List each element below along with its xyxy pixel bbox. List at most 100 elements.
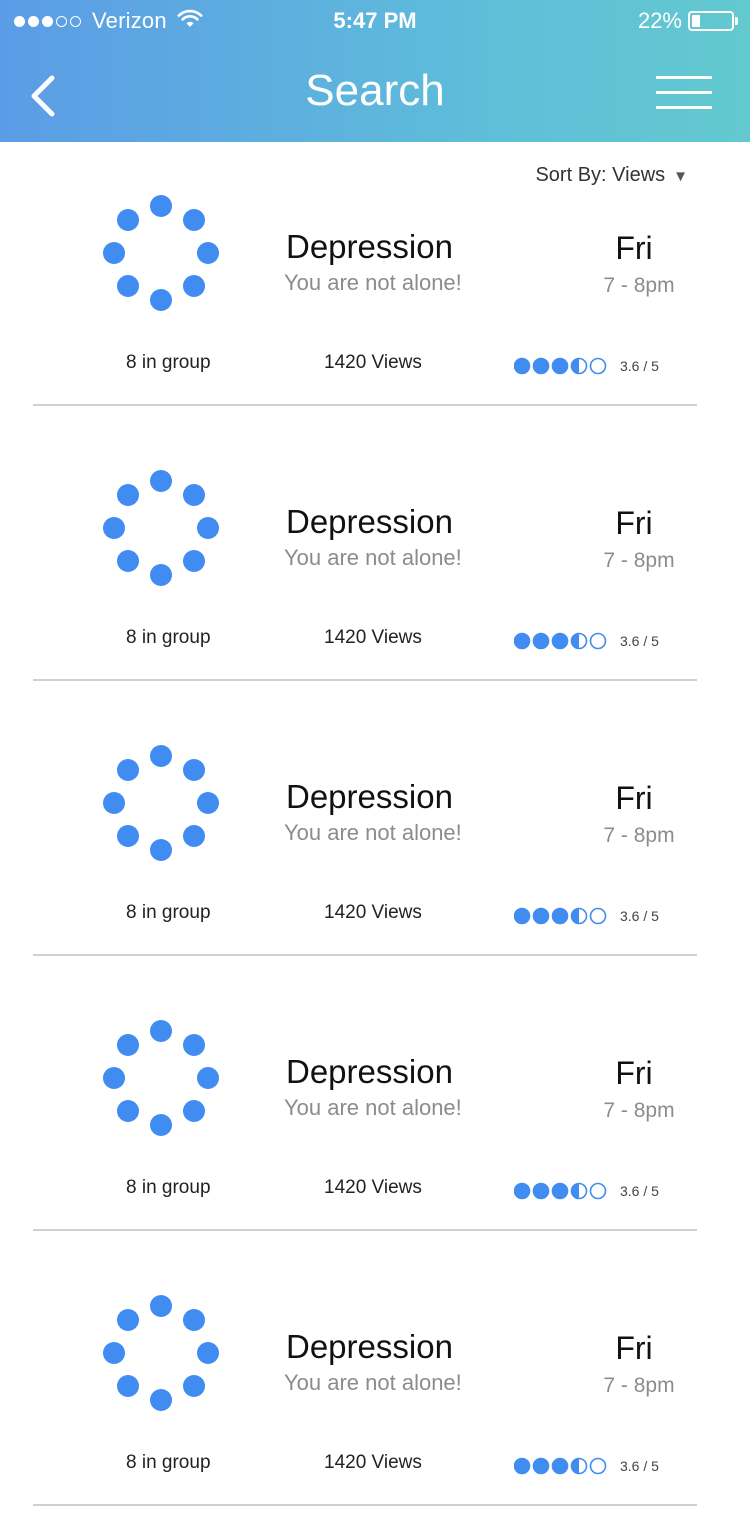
group-card[interactable]: Depression You are not alone! Fri 7 - 8p…: [0, 692, 750, 967]
rating-dot: [514, 1457, 531, 1475]
group-view-count: 1420 Views: [324, 902, 422, 923]
divider: [33, 954, 697, 956]
group-card[interactable]: Depression You are not alone! Fri 7 - 8p…: [0, 967, 750, 1242]
group-ring-icon: [102, 744, 220, 862]
rating-dot: [532, 907, 550, 925]
rating-dots-icon: [514, 632, 607, 650]
group-subtitle: You are not alone!: [284, 270, 462, 295]
ring-dot: [150, 564, 172, 586]
ring-dot: [183, 1308, 206, 1331]
rating-text: 3.6 / 5: [620, 358, 659, 374]
ring-dot: [183, 483, 206, 506]
ring-dot: [103, 517, 125, 539]
meeting-time: 7 - 8pm: [603, 1374, 675, 1397]
hamburger-line: [656, 76, 712, 79]
rating-dot: [532, 1182, 550, 1200]
ring-dot: [150, 470, 172, 492]
ring-dot: [183, 208, 206, 231]
ring-dot: [116, 550, 139, 573]
divider: [33, 1229, 697, 1231]
rating-dot: [514, 907, 531, 925]
group-ring-icon: [102, 194, 220, 312]
rating-dot: [589, 907, 607, 925]
ring-dot: [116, 1033, 139, 1056]
ring-dot: [150, 1389, 172, 1411]
group-member-count: 8 in group: [126, 902, 211, 923]
group-subtitle: You are not alone!: [284, 1095, 462, 1120]
ring-dot: [150, 289, 172, 311]
rating-dot: [551, 1182, 569, 1200]
group-title: Depression: [286, 228, 453, 265]
group-card[interactable]: Depression You are not alone! Fri 7 - 8p…: [0, 417, 750, 692]
menu-button[interactable]: [656, 74, 714, 112]
status-right: 22%: [638, 8, 738, 34]
group-subtitle: You are not alone!: [284, 1370, 462, 1395]
meeting-day: Fri: [615, 230, 653, 266]
group-view-count: 1420 Views: [324, 1452, 422, 1473]
ring-dot: [116, 208, 139, 231]
ring-dot: [150, 1114, 172, 1136]
rating-text: 3.6 / 5: [620, 1183, 659, 1199]
group-subtitle: You are not alone!: [284, 820, 462, 845]
rating-dot: [514, 1182, 531, 1200]
ring-dot: [103, 792, 125, 814]
ring-dot: [183, 275, 206, 298]
app-header: Verizon 5:47 PM 22% Search: [0, 0, 750, 142]
group-ring-icon: [102, 1019, 220, 1137]
battery-icon: [688, 11, 734, 31]
meeting-time: 7 - 8pm: [603, 1099, 675, 1122]
rating-text: 3.6 / 5: [620, 1458, 659, 1474]
group-view-count: 1420 Views: [324, 352, 422, 373]
meeting-time: 7 - 8pm: [603, 549, 675, 572]
divider: [33, 404, 697, 406]
rating-dot: [551, 357, 569, 375]
meeting-day: Fri: [615, 505, 653, 541]
rating-dot: [514, 632, 531, 650]
meeting-day: Fri: [615, 1330, 653, 1366]
ring-dot: [183, 825, 206, 848]
rating-dot: [551, 632, 569, 650]
group-member-count: 8 in group: [126, 1177, 211, 1198]
ring-dot: [150, 745, 172, 767]
rating-text: 3.6 / 5: [620, 633, 659, 649]
ring-dot: [103, 242, 125, 264]
rating-dots-icon: [514, 1182, 607, 1200]
ring-dot: [116, 483, 139, 506]
ring-dot: [197, 792, 219, 814]
rating-dots-icon: [514, 1457, 607, 1475]
status-bar: Verizon 5:47 PM 22%: [0, 0, 750, 40]
ring-dot: [197, 1067, 219, 1089]
divider: [33, 1504, 697, 1506]
rating-text: 3.6 / 5: [620, 908, 659, 924]
group-member-count: 8 in group: [126, 627, 211, 648]
meeting-time: 7 - 8pm: [603, 274, 675, 297]
group-ring-icon: [102, 469, 220, 587]
ring-dot: [150, 195, 172, 217]
rating-dot: [514, 357, 531, 375]
rating-dot: [551, 907, 569, 925]
group-member-count: 8 in group: [126, 352, 211, 373]
ring-dot: [183, 1375, 206, 1398]
ring-dot: [197, 242, 219, 264]
meeting-day: Fri: [615, 1055, 653, 1091]
group-ring-icon: [102, 1294, 220, 1412]
group-view-count: 1420 Views: [324, 1177, 422, 1198]
ring-dot: [150, 1295, 172, 1317]
ring-dot: [116, 1375, 139, 1398]
ring-dot: [103, 1342, 125, 1364]
page-title: Search: [305, 66, 445, 115]
ring-dot: [183, 758, 206, 781]
group-title: Depression: [286, 1053, 453, 1090]
ring-dot: [150, 839, 172, 861]
group-member-count: 8 in group: [126, 1452, 211, 1473]
rating-dots-icon: [514, 907, 607, 925]
group-card[interactable]: Depression You are not alone! Fri 7 - 8p…: [0, 142, 750, 417]
group-subtitle: You are not alone!: [284, 545, 462, 570]
meeting-time: 7 - 8pm: [603, 824, 675, 847]
ring-dot: [116, 1308, 139, 1331]
group-card[interactable]: Depression You are not alone! Fri 7 - 8p…: [0, 1242, 750, 1517]
rating-dot: [589, 1457, 607, 1475]
group-view-count: 1420 Views: [324, 627, 422, 648]
rating-dot: [589, 632, 607, 650]
hamburger-line: [656, 106, 712, 109]
